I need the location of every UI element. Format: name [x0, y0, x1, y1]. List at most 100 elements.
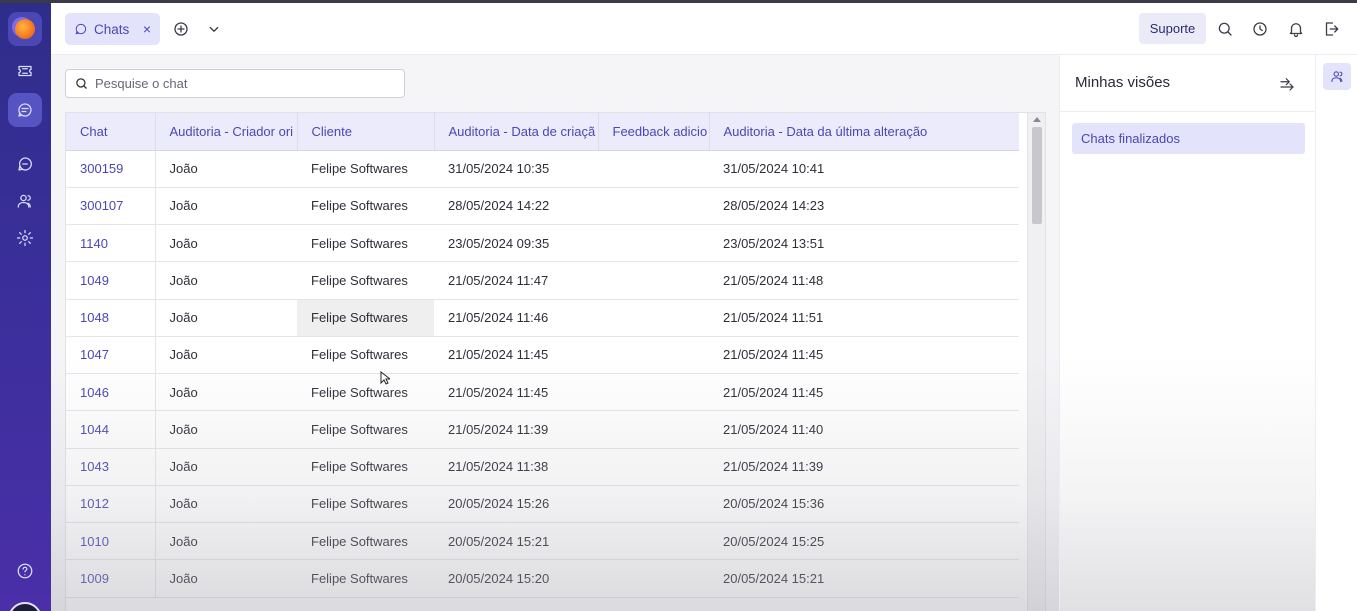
cell-creator: João: [155, 559, 297, 598]
cell-last-modified: 20/05/2024 15:25: [709, 522, 1019, 561]
column-header-chat[interactable]: Chat: [66, 113, 156, 151]
cell-feedback: [598, 559, 709, 598]
table-row[interactable]: 1012 João Felipe Softwares 20/05/2024 15:26…: [66, 485, 1019, 524]
cell-client: Felipe Softwares: [297, 410, 434, 449]
cell-feedback: [598, 187, 709, 226]
chats-table: Chat Auditoria - Criador ori Cliente Aud…: [66, 113, 1019, 598]
cell-created-date: 23/05/2024 09:35: [434, 224, 598, 263]
window-top-edge: [0, 0, 1357, 3]
cell-client: Felipe Softwares: [297, 224, 434, 263]
cell-feedback: [598, 299, 709, 337]
cell-created-date: 21/05/2024 11:38: [434, 448, 598, 486]
notifications-button[interactable]: [1285, 18, 1307, 40]
cell-last-modified: 21/05/2024 11:51: [709, 299, 1019, 337]
users-icon: [1330, 71, 1342, 83]
table-row[interactable]: 1009 João Felipe Softwares 20/05/2024 15:20…: [66, 559, 1019, 598]
table-row[interactable]: 1047 João Felipe Softwares 21/05/2024 11:45…: [66, 336, 1019, 375]
nav-item-settings[interactable]: [8, 221, 42, 255]
support-button[interactable]: Suporte: [1139, 13, 1206, 44]
cell-chat-id[interactable]: 1140: [66, 224, 156, 263]
search-icon: [1218, 22, 1232, 36]
cell-creator: João: [155, 522, 297, 561]
table-row[interactable]: 1048 João Felipe Softwares 21/05/2024 11:46…: [66, 299, 1019, 337]
table-row[interactable]: 1049 João Felipe Softwares 21/05/2024 11:47…: [66, 261, 1019, 300]
cell-creator: João: [155, 150, 297, 188]
panel-divider: [1060, 111, 1316, 112]
tab-chats[interactable]: Chats ×: [65, 13, 160, 45]
cell-chat-id[interactable]: 1047: [66, 336, 156, 375]
nav-item-messages[interactable]: [8, 147, 42, 181]
nav-item-help[interactable]: [8, 554, 42, 588]
cell-chat-id[interactable]: 1010: [66, 522, 156, 561]
chats-icon: [18, 103, 32, 117]
cell-chat-id[interactable]: 1046: [66, 373, 156, 412]
column-header-creator[interactable]: Auditoria - Criador ori: [155, 113, 298, 151]
close-icon[interactable]: ×: [143, 21, 151, 37]
nav-item-chats[interactable]: [8, 93, 42, 127]
add-tab-button[interactable]: [170, 18, 192, 40]
logout-button[interactable]: [1320, 18, 1342, 40]
scrollbar-thumb[interactable]: [1032, 127, 1042, 224]
users-icon: [17, 194, 31, 208]
cell-client: Felipe Softwares: [297, 485, 434, 524]
cell-chat-id[interactable]: 300107: [66, 187, 156, 226]
search-input[interactable]: [95, 76, 395, 91]
chat-search[interactable]: [65, 69, 405, 98]
cell-chat-id[interactable]: 1043: [66, 448, 156, 486]
cell-creator: João: [155, 299, 297, 337]
column-header-created-date[interactable]: Auditoria - Data de criaçã: [434, 113, 599, 151]
cell-last-modified: 21/05/2024 11:45: [709, 373, 1019, 412]
nav-item-users[interactable]: [8, 184, 42, 218]
view-item-chats-finalizados[interactable]: Chats finalizados: [1072, 123, 1305, 154]
column-header-client[interactable]: Cliente: [297, 113, 435, 151]
collapse-arrow-icon: [1280, 78, 1294, 91]
table-scrollbar[interactable]: [1027, 113, 1045, 611]
app-logo[interactable]: [8, 12, 42, 46]
column-header-last-modified[interactable]: Auditoria - Data da última alteração: [709, 113, 1019, 151]
cell-created-date: 21/05/2024 11:46: [434, 299, 598, 337]
cell-created-date: 21/05/2024 11:47: [434, 261, 598, 300]
settings-icon: [16, 229, 34, 247]
table-row[interactable]: 1010 João Felipe Softwares 20/05/2024 15:21…: [66, 522, 1019, 561]
cell-chat-id[interactable]: 1048: [66, 299, 156, 337]
cell-client: Felipe Softwares: [297, 150, 434, 188]
cell-chat-id[interactable]: 1044: [66, 410, 156, 449]
table-row[interactable]: 1140 João Felipe Softwares 23/05/2024 09:35…: [66, 224, 1019, 263]
table-row[interactable]: 1046 João Felipe Softwares 21/05/2024 11:45…: [66, 373, 1019, 412]
scroll-up-arrow[interactable]: [1033, 117, 1041, 122]
cell-client: Felipe Softwares: [297, 373, 434, 412]
column-header-feedback[interactable]: Feedback adicio: [598, 113, 710, 151]
cell-chat-id[interactable]: 1012: [66, 485, 156, 524]
cell-client: Felipe Softwares: [297, 261, 434, 300]
history-button[interactable]: [1249, 18, 1271, 40]
right-toolbar: [1315, 55, 1357, 611]
table-row[interactable]: 1044 João Felipe Softwares 21/05/2024 11:39…: [66, 410, 1019, 449]
collapse-panel-button[interactable]: [1278, 75, 1296, 93]
cell-last-modified: 21/05/2024 11:48: [709, 261, 1019, 300]
cell-creator: João: [155, 373, 297, 412]
table-row[interactable]: 300159 João Felipe Softwares 31/05/2024 10:…: [66, 150, 1019, 188]
logo-icon: [15, 19, 35, 39]
cell-last-modified: 21/05/2024 11:39: [709, 448, 1019, 486]
cell-feedback: [598, 522, 709, 561]
bell-icon: [1289, 23, 1303, 38]
avatar[interactable]: [8, 602, 42, 611]
cell-chat-id[interactable]: 1009: [66, 559, 156, 598]
table-row[interactable]: 300107 João Felipe Softwares 28/05/2024 14:…: [66, 187, 1019, 226]
cell-chat-id[interactable]: 1049: [66, 261, 156, 300]
global-search-button[interactable]: [1214, 18, 1236, 40]
cell-created-date: 20/05/2024 15:20: [434, 559, 598, 598]
cell-creator: João: [155, 410, 297, 449]
nav-item-tickets[interactable]: [8, 54, 42, 88]
cell-feedback: [598, 224, 709, 263]
contacts-toggle-button[interactable]: [1323, 63, 1351, 90]
cell-last-modified: 31/05/2024 10:41: [709, 150, 1019, 188]
table-row[interactable]: 1043 João Felipe Softwares 21/05/2024 11:38…: [66, 448, 1019, 486]
cell-feedback: [598, 410, 709, 449]
main-content: Chat Auditoria - Criador ori Cliente Aud…: [51, 55, 1059, 611]
cell-creator: João: [155, 261, 297, 300]
tabs-dropdown-button[interactable]: [203, 18, 225, 40]
cell-chat-id[interactable]: 300159: [66, 150, 156, 188]
cell-last-modified: 23/05/2024 13:51: [709, 224, 1019, 263]
cell-created-date: 21/05/2024 11:45: [434, 373, 598, 412]
